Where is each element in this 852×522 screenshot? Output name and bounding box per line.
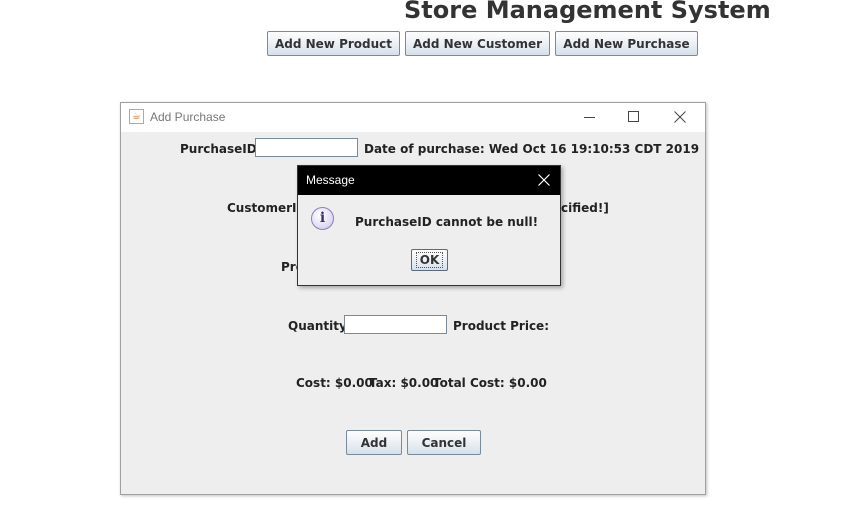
info-icon: i <box>311 207 334 230</box>
message-dialog: Message i PurchaseID cannot be null! OK <box>297 165 561 286</box>
window-titlebar[interactable]: ☕ Add Purchase <box>121 103 705 132</box>
quantity-input[interactable] <box>344 315 447 334</box>
add-purchase-window: ☕ Add Purchase PurchaseID Date of purcha… <box>120 102 706 495</box>
customer-status-text: cified!] <box>561 201 609 215</box>
customer-id-label: CustomerID <box>227 201 307 215</box>
add-new-product-button[interactable]: Add New Product <box>267 31 400 56</box>
total-cost-text: Total Cost: $0.00 <box>433 376 547 390</box>
close-icon <box>538 174 550 186</box>
tax-text: Tax: $0.00 <box>369 376 439 390</box>
maximize-button[interactable] <box>613 103 657 132</box>
minimize-icon <box>584 117 595 118</box>
close-icon <box>674 111 686 123</box>
dialog-message: PurchaseID cannot be null! <box>355 215 539 229</box>
add-new-purchase-button[interactable]: Add New Purchase <box>555 31 698 56</box>
dialog-titlebar[interactable]: Message <box>298 166 560 195</box>
quantity-label: Quantity <box>288 319 347 333</box>
purchase-id-input[interactable] <box>255 138 358 157</box>
minimize-button[interactable] <box>569 103 613 132</box>
java-icon: ☕ <box>129 109 144 124</box>
window-title: Add Purchase <box>150 110 226 124</box>
app-title: Store Management System <box>404 0 771 24</box>
date-of-purchase: Date of purchase: Wed Oct 16 19:10:53 CD… <box>364 142 700 156</box>
purchase-id-label: PurchaseID <box>180 142 257 156</box>
ok-button[interactable]: OK <box>411 249 448 271</box>
maximize-icon <box>628 111 639 122</box>
add-new-customer-button[interactable]: Add New Customer <box>405 31 550 56</box>
dialog-close-button[interactable] <box>528 166 560 195</box>
product-price-label: Product Price: <box>453 319 549 333</box>
dialog-title: Message <box>306 173 355 187</box>
cost-text: Cost: $0.00 <box>296 376 373 390</box>
cancel-button[interactable]: Cancel <box>407 430 481 455</box>
add-button[interactable]: Add <box>346 430 402 455</box>
ok-button-label: OK <box>415 252 444 268</box>
close-button[interactable] <box>659 103 703 132</box>
